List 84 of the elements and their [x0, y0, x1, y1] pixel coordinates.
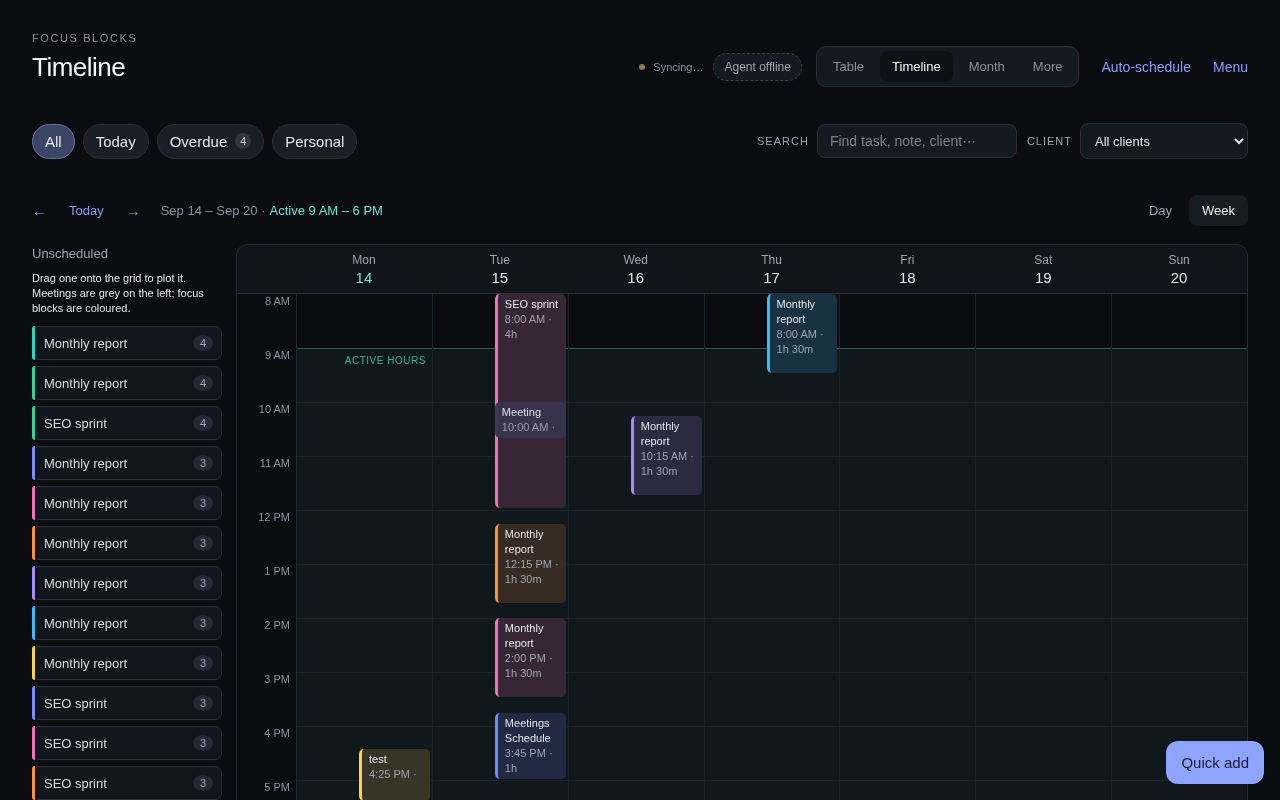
count-badge: 3	[193, 775, 213, 791]
agent-status-pill: Agent offline	[713, 52, 802, 81]
quick-add-button[interactable]: Quick add	[1166, 741, 1264, 784]
hour-label: 1 PM	[264, 565, 290, 577]
view-tab[interactable]: Month	[956, 51, 1017, 82]
calendar-event[interactable]: Meeting 10:00 AM ·	[494, 402, 566, 438]
unscheduled-task[interactable]: Monthly report 3	[32, 446, 222, 480]
day-number: 19	[1034, 268, 1052, 286]
count-badge: 3	[193, 575, 213, 591]
view-tab[interactable]: More	[1020, 51, 1075, 82]
calendar-event[interactable]: Monthly report 12:15 PM · 1h 30m	[494, 523, 566, 603]
filter-chip[interactable]: Personal	[272, 123, 358, 159]
day-number: 15	[491, 268, 509, 286]
unscheduled-task[interactable]: SEO sprint 3	[32, 766, 222, 800]
hour-label: 8 AM	[264, 295, 290, 307]
day-number: 14	[355, 268, 373, 286]
unscheduled-task[interactable]: Monthly report 3	[32, 526, 222, 560]
range-mode-tab[interactable]: Day	[1135, 195, 1185, 226]
active-hours-text: Active 9 AM – 6 PM	[269, 203, 383, 218]
count-badge: 3	[193, 615, 213, 631]
unscheduled-task[interactable]: Monthly report 3	[32, 646, 222, 680]
header-link[interactable]: Auto-schedule	[1101, 58, 1191, 75]
search-field[interactable]: Find task, note, client⋯	[816, 124, 1017, 158]
hour-label: 5 PM	[264, 781, 290, 793]
unscheduled-task[interactable]: SEO sprint 3	[32, 726, 222, 760]
count-badge: 3	[193, 735, 213, 751]
filter-chip[interactable]: All	[32, 123, 75, 159]
weekday-label: Tue	[489, 252, 510, 267]
count-badge: 3	[193, 535, 213, 551]
previous-week-button[interactable]: ←	[32, 202, 53, 219]
sync-status: Syncing…	[653, 60, 704, 73]
today-link[interactable]: Today	[69, 203, 104, 218]
count-badge: 3	[193, 495, 213, 511]
count-badge: 3	[193, 655, 213, 671]
weekday-label: Fri	[900, 252, 915, 267]
view-tab[interactable]: Table	[820, 51, 877, 82]
hour-label: 12 PM	[258, 511, 290, 523]
section-eyebrow: FOCUS BLOCKS	[32, 32, 138, 44]
day-number: 17	[763, 268, 780, 286]
weekday-label: Wed	[623, 252, 648, 267]
unscheduled-task[interactable]: Monthly report 3	[32, 486, 222, 520]
unscheduled-hint: Drag one onto the grid to plot it. Meetings are grey on the left; focus blocks are coloured.	[32, 271, 205, 316]
calendar-event[interactable]: Monthly report 8:00 AM · 1h 30m	[766, 294, 838, 373]
range-mode-tab[interactable]: Week	[1189, 195, 1248, 226]
day-number: 18	[899, 268, 916, 286]
unscheduled-heading: Unscheduled	[32, 246, 109, 261]
calendar-event[interactable]: Monthly report 2:00 PM · 1h 30m	[494, 618, 566, 697]
filter-chip[interactable]: Overdue 4	[156, 123, 265, 159]
hour-label: 4 PM	[264, 727, 290, 739]
day-number: 20	[1170, 268, 1188, 286]
hour-label: 9 AM	[264, 349, 290, 361]
unscheduled-task[interactable]: Monthly report 4	[32, 326, 222, 360]
count-badge: 3	[193, 455, 213, 471]
count-badge: 4	[193, 375, 213, 391]
view-tab[interactable]: Timeline	[880, 51, 953, 82]
next-week-button[interactable]: →	[125, 202, 147, 219]
weekday-label: Sat	[1034, 252, 1053, 267]
count-badge: 3	[193, 695, 213, 711]
hour-label: 11 AM	[259, 457, 290, 469]
weekday-label: Thu	[761, 252, 782, 267]
weekday-label: Mon	[352, 252, 376, 267]
count-badge: 4	[193, 335, 213, 351]
hour-label: 2 PM	[264, 619, 290, 631]
count-badge: 4	[193, 415, 213, 431]
unscheduled-task[interactable]: Monthly report 4	[32, 366, 222, 400]
unscheduled-task[interactable]: SEO sprint 4	[32, 406, 222, 440]
active-hours-label: ACTIVE HOURS	[344, 355, 426, 366]
unscheduled-task[interactable]: SEO sprint 3	[32, 686, 222, 720]
filter-chip[interactable]: Today	[82, 123, 149, 159]
weekday-label: Sun	[1168, 252, 1190, 267]
date-range: Sep 14 – Sep 20 ·	[160, 203, 266, 218]
page-title: Timeline	[32, 52, 127, 83]
unscheduled-task[interactable]: Monthly report 3	[32, 566, 222, 600]
day-number: 16	[627, 268, 644, 286]
hour-label: 3 PM	[264, 673, 290, 685]
calendar-event[interactable]: Meetings Schedule 3:45 PM · 1h	[494, 712, 566, 779]
header-link[interactable]: Menu	[1212, 58, 1248, 75]
client-select[interactable]: All clients	[1080, 123, 1248, 159]
calendar-event[interactable]: test 4:25 PM ·	[359, 748, 430, 800]
calendar-event[interactable]: Monthly report 10:15 AM · 1h 30m	[630, 415, 702, 495]
search-label: SEARCH	[757, 135, 809, 147]
unscheduled-task[interactable]: Monthly report 3	[32, 606, 222, 640]
client-label: CLIENT	[1026, 135, 1072, 147]
hour-label: 10 AM	[258, 403, 290, 415]
